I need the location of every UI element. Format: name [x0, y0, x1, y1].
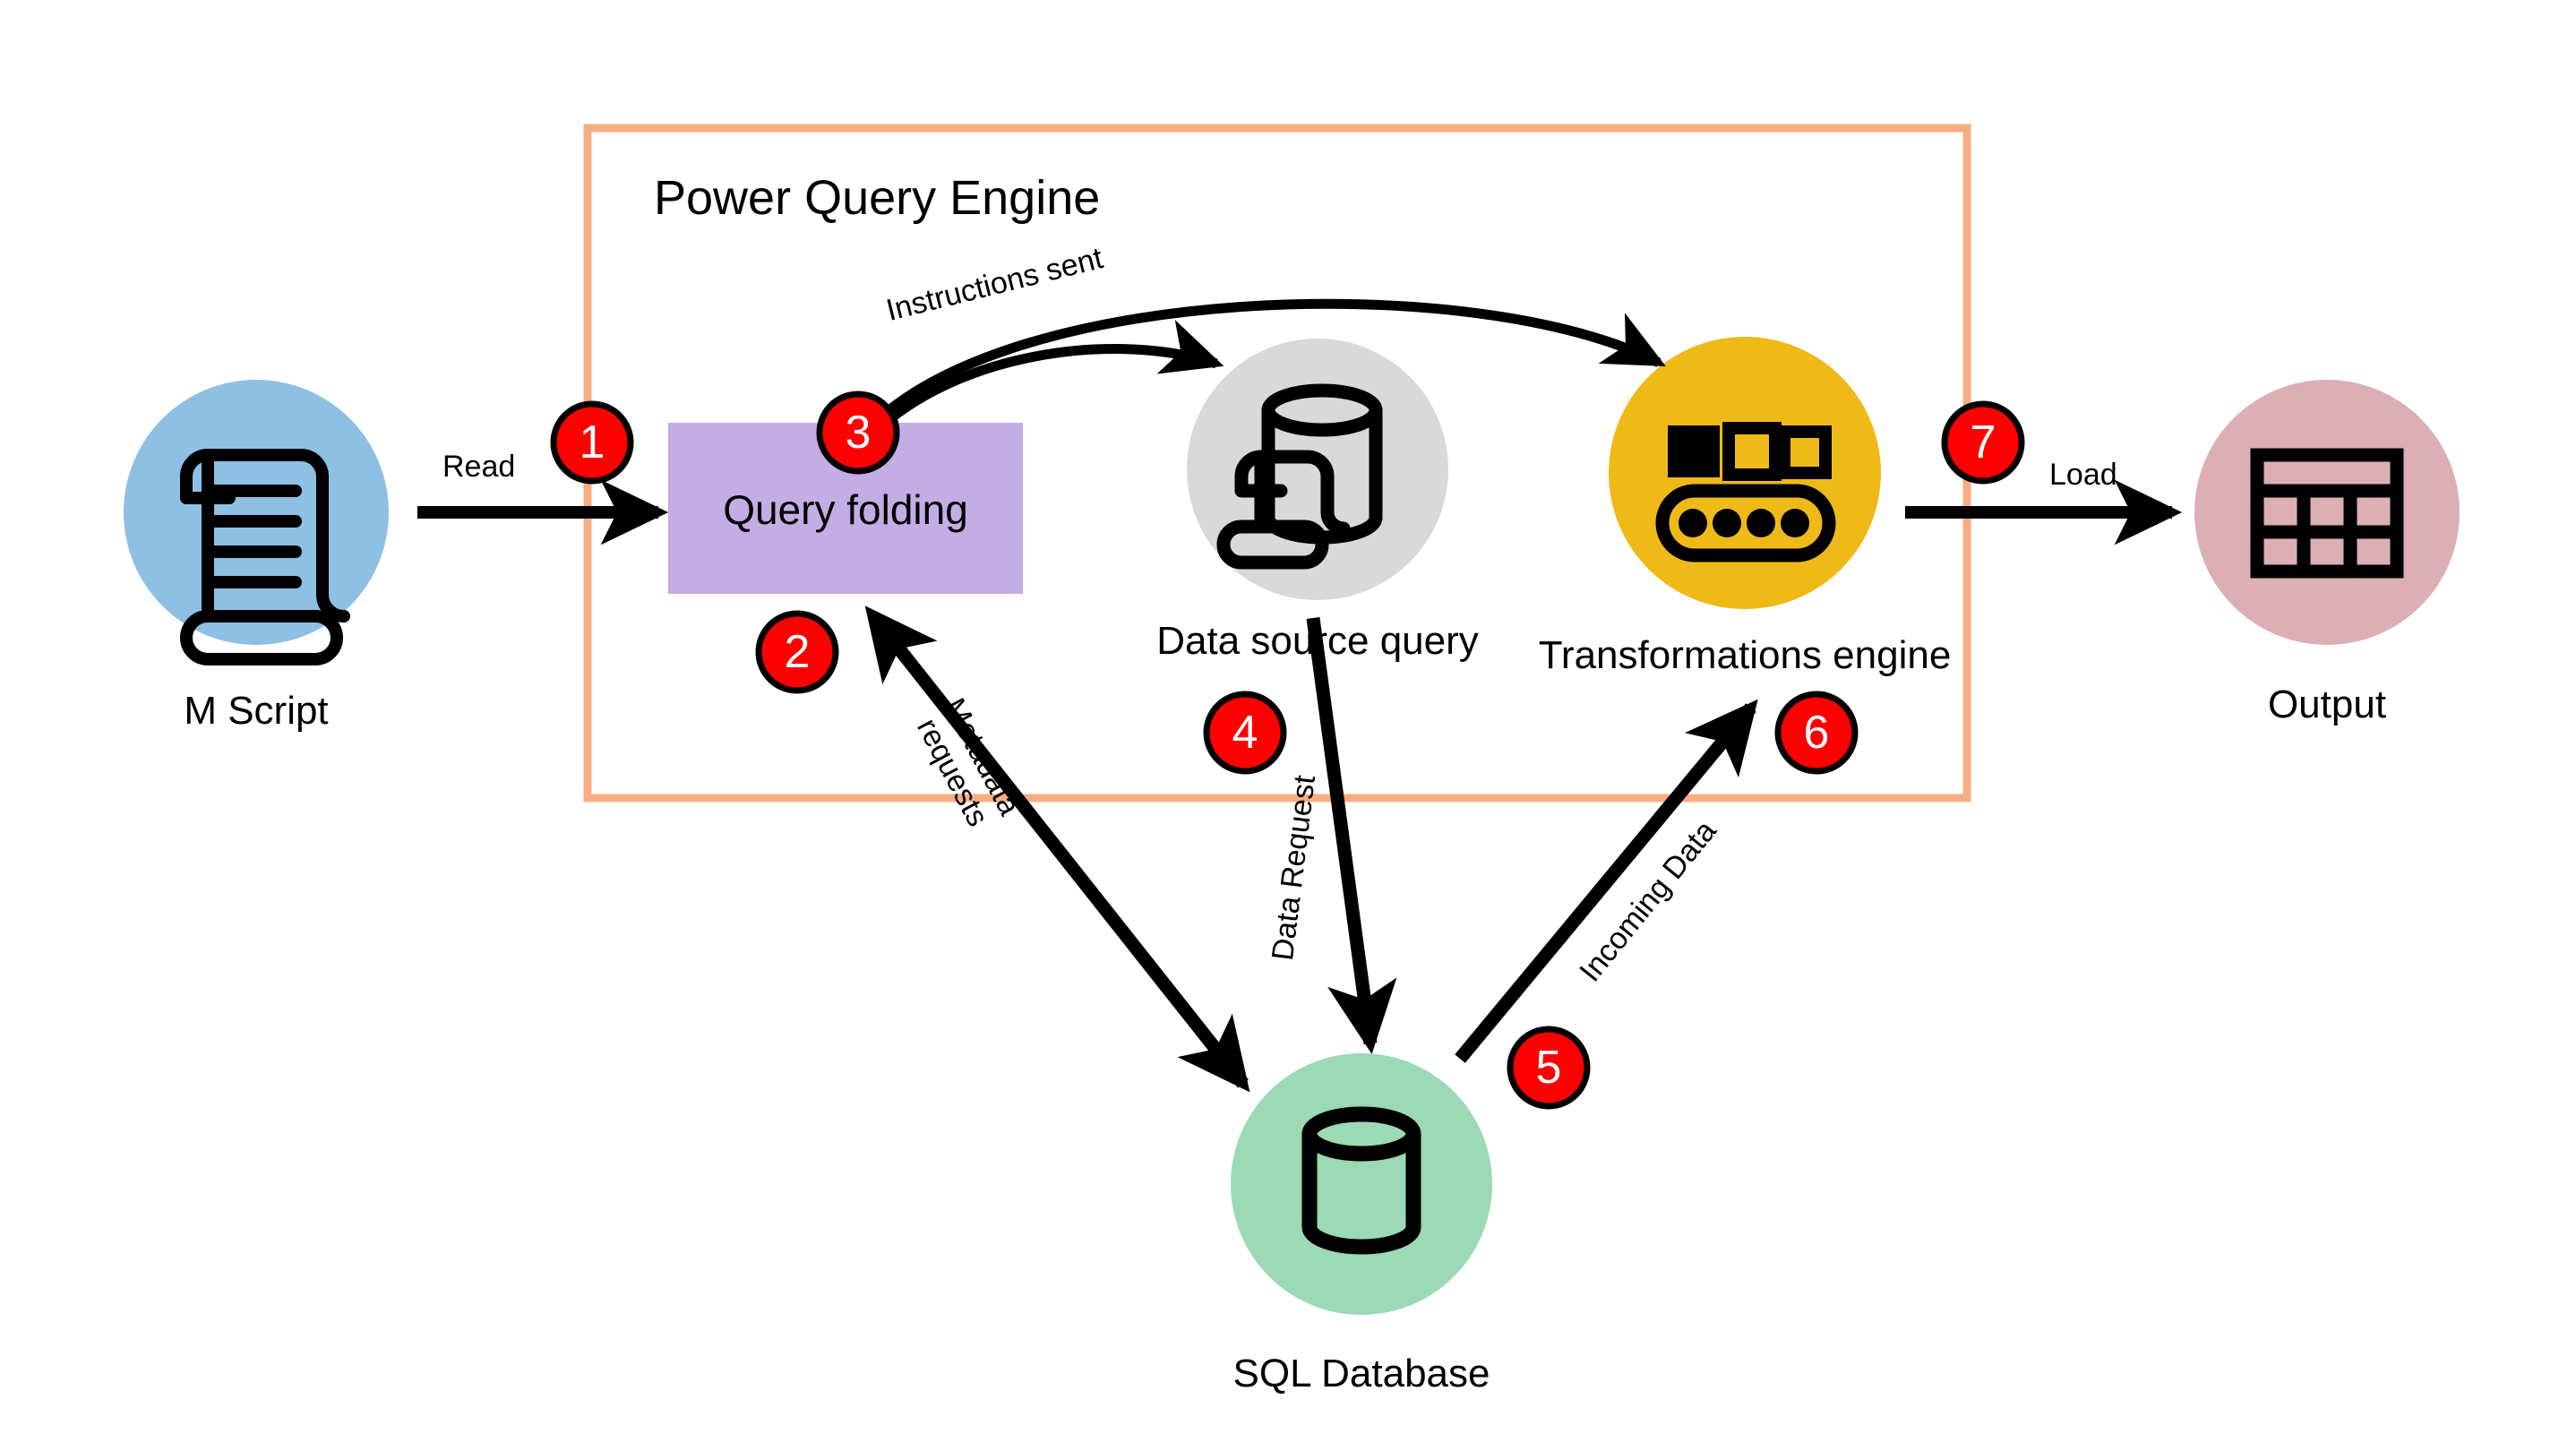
step-badge-2[interactable]: [755, 610, 839, 694]
step-badge-3[interactable]: [816, 391, 900, 475]
edge-label-load: Load: [2049, 458, 2117, 492]
query-folding-label: Query folding: [723, 486, 968, 533]
transformations-engine-label: Transformations engine: [1538, 633, 1952, 677]
m-script-circle: [124, 380, 389, 645]
output-label: Output: [2267, 683, 2387, 726]
step-badge-1[interactable]: [550, 400, 634, 485]
step-badge-5[interactable]: [1507, 1026, 1591, 1110]
sql-database-label: SQL Database: [1232, 1352, 1490, 1395]
output-circle: [2194, 380, 2460, 645]
step-badge-7[interactable]: [1941, 400, 2025, 485]
m-script-label: M Script: [184, 689, 329, 733]
edge-incoming-data: [1455, 699, 1758, 1063]
edge-data-request: [1306, 616, 1397, 1054]
diagram-canvas: Power Query Engine 1 2 3 4 5 6 7 M Scrip…: [0, 0, 2576, 1451]
frame-title: Power Query Engine: [654, 171, 1101, 225]
step-badge-4[interactable]: [1203, 691, 1287, 775]
sql-database-circle: [1231, 1053, 1492, 1315]
data-source-query-label: Data source query: [1156, 619, 1479, 663]
edge-label-read: Read: [442, 450, 516, 484]
step-badge-6[interactable]: [1774, 691, 1859, 775]
